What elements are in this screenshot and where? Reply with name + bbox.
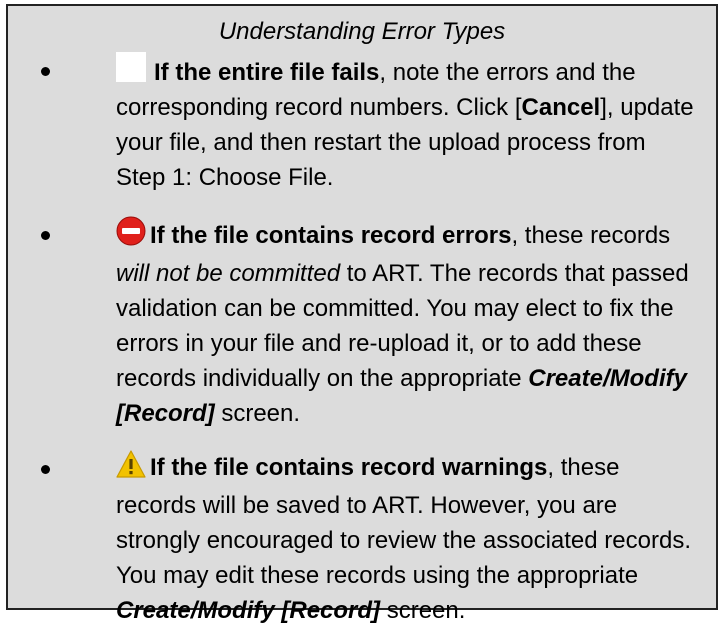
screen-name: Create/Modify [Record] [116, 597, 381, 624]
item-text: If the file contains record errors, thes… [116, 216, 698, 431]
item-text-c: screen. [214, 400, 301, 427]
no-entry-icon [116, 216, 146, 256]
item-lead: If the entire file fails [154, 59, 380, 86]
cancel-button-label: Cancel [521, 94, 601, 121]
item-emphasis: will not be committed [116, 260, 341, 287]
item-text-b: screen. [380, 597, 466, 624]
bullet [41, 67, 50, 76]
warning-icon [116, 450, 146, 488]
info-panel: Understanding Error Types If the entire … [6, 4, 718, 624]
blank-file-icon [116, 52, 146, 82]
item-text: If the file contains record warnings, th… [116, 450, 698, 628]
item-lead: If the file contains record warnings [150, 454, 548, 481]
item-lead: If the file contains record errors [150, 222, 512, 249]
item-text-a: , these records [511, 222, 671, 249]
bullet [41, 231, 50, 240]
panel-title: Understanding Error Types [218, 18, 506, 45]
item-text: If the entire file fails, note the error… [116, 52, 698, 195]
bullet [41, 465, 50, 474]
